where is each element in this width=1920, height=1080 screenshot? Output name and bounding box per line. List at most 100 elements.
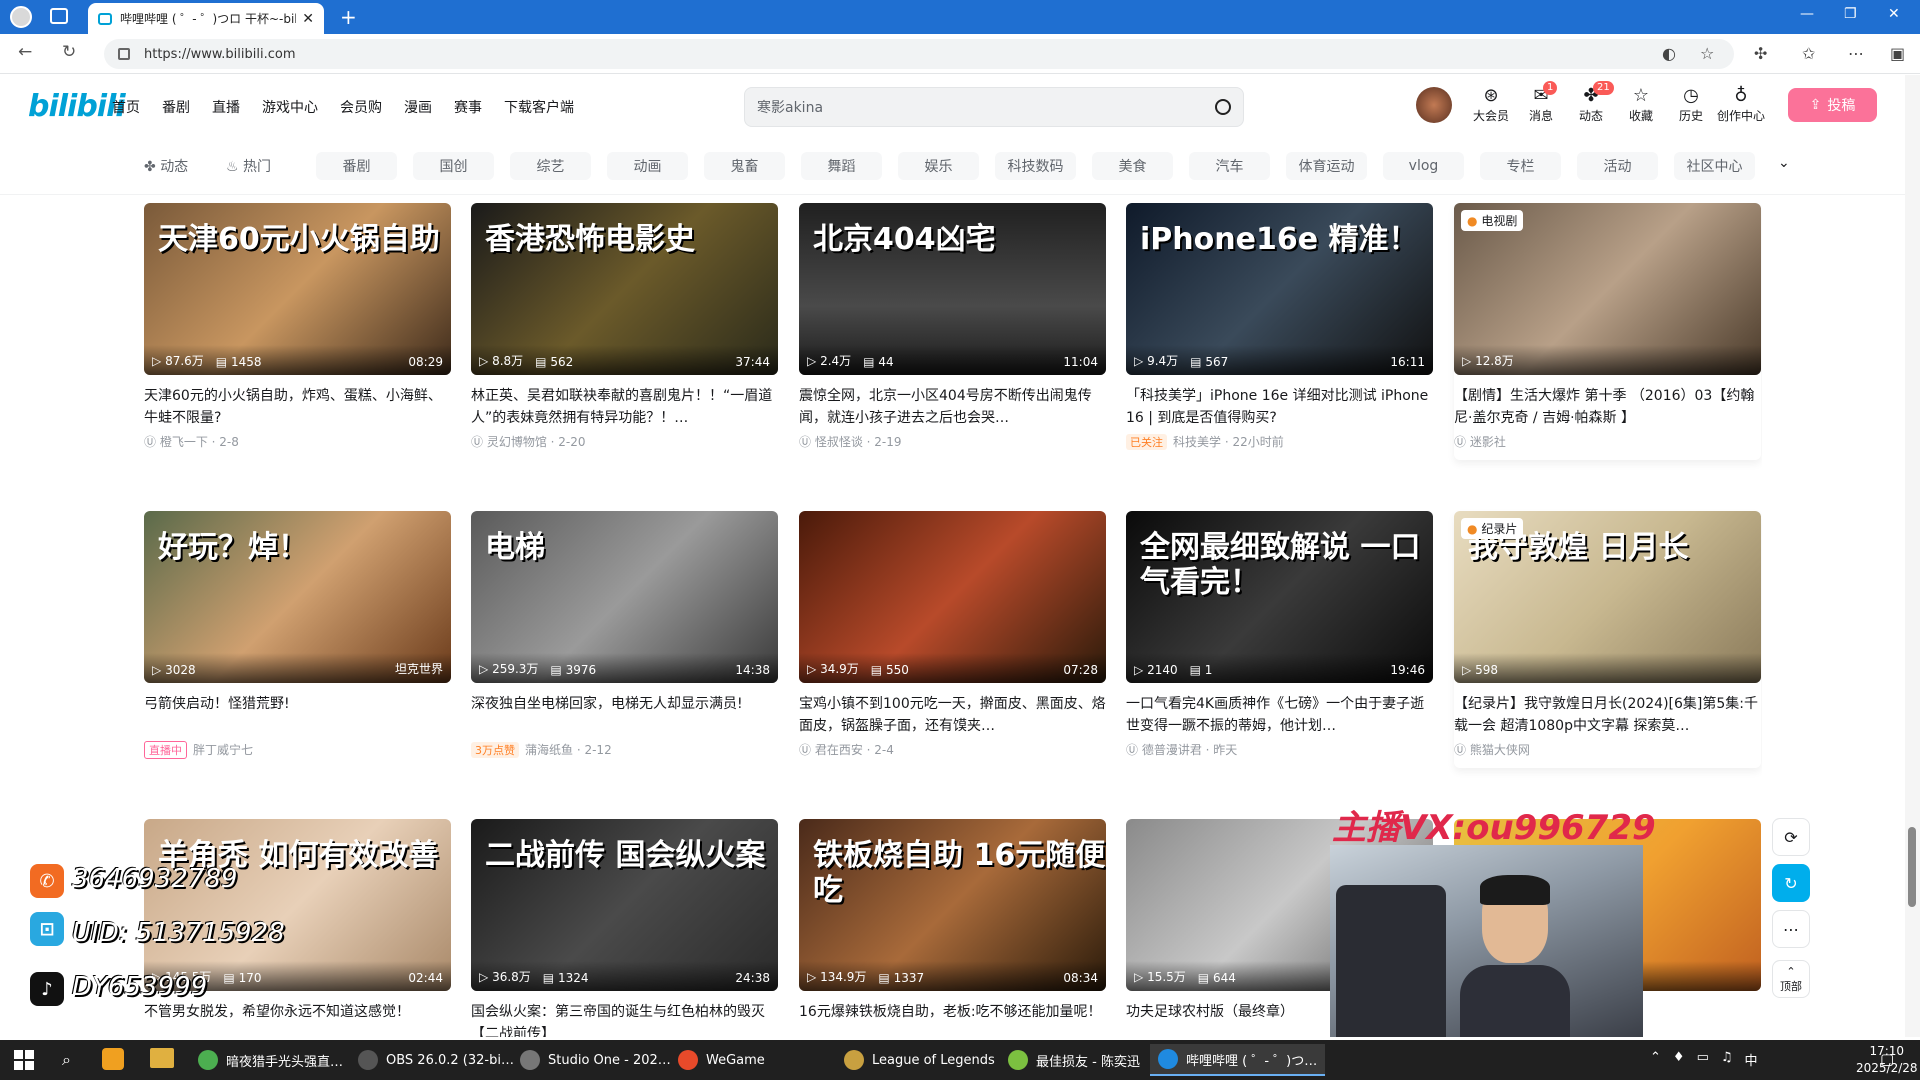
close-window-icon[interactable]: ✕ [1888, 6, 1900, 22]
video-card[interactable]: 二战前传 国会纵火案 ▷ 36.8万 ▤ 1324 24:38 国会纵火案：第三帝国的诞… [471, 819, 778, 1037]
taskbar-app[interactable]: Studio One - 202… [512, 1044, 679, 1076]
channel-chip[interactable]: 美食 [1092, 152, 1173, 180]
favorites-icon[interactable]: ✩ [1802, 44, 1815, 63]
taskbar-app[interactable]: OBS 26.0.2 (32-bi… [350, 1044, 522, 1076]
video-thumbnail[interactable]: 羊角秃 如何有效改善 ▷ 145.5万 ▤ 170 02:44 [144, 819, 451, 991]
nav-download[interactable]: 下载客户端 [504, 97, 574, 117]
change-batch-icon[interactable]: ⟳ [1772, 818, 1810, 856]
uploader-name[interactable]: 熊猫大侠网 [1470, 743, 1530, 757]
bulb-header-button[interactable]: ♁ 创作中心 [1716, 85, 1766, 124]
nav-home[interactable]: 首页 [112, 97, 140, 117]
network-icon[interactable]: ▭ [1697, 1050, 1709, 1069]
taskbar-app[interactable]: 哔哩哔哩 ( ゜- ゜)つ… [1150, 1044, 1326, 1076]
video-thumbnail[interactable]: 天津60元小火锅自助 ▷ 87.6万 ▤ 1458 08:29 [144, 203, 451, 375]
more-options-icon[interactable]: ⋯ [1772, 910, 1810, 948]
channel-chip[interactable]: 国创 [413, 152, 494, 180]
refresh-icon[interactable]: ↻ [62, 42, 76, 62]
uploader-name[interactable]: 君在西安 [815, 743, 863, 757]
video-card[interactable]: 全网最细致解说 一口气看完！ ▷ 2140 ▤ 1 19:46 一口气看完4K画质神作《… [1126, 511, 1433, 758]
uploader-name[interactable]: 德普漫讲君 [1142, 743, 1202, 757]
channel-chip[interactable]: 动画 [607, 152, 688, 180]
video-card[interactable]: ▷ 34.9万 ▤ 550 07:28 宝鸡小镇不到100元吃一天，擀面皮、黑面皮、烙… [799, 511, 1106, 758]
video-title[interactable]: 「科技美学」iPhone 16e 详细对比测试 iPhone 16 | 到底是否… [1126, 385, 1433, 429]
uploader-name[interactable]: 橙飞一下 [160, 435, 208, 449]
video-card[interactable]: ● 电视剧 ▷ 12.8万【剧情】生活大爆炸 第十季 （2016）03【约翰尼·盖… [1454, 203, 1761, 460]
browser-tab-bilibili[interactable]: 哔哩哔哩 ( ゜- ゜)つロ 干杯~-bilibili ✕ [88, 3, 324, 34]
video-card[interactable]: 我守敦煌 日月长 ● 纪录片 ▷ 598 【纪录片】我守敦煌日月长(2024)[6集]… [1454, 511, 1761, 768]
scrollbar-thumb[interactable] [1908, 827, 1916, 907]
video-thumbnail[interactable]: 好玩？焯！ ▷ 3028 坦克世界 [144, 511, 451, 683]
video-card[interactable]: 香港恐怖电影史 ▷ 8.8万 ▤ 562 37:44 林正英、吴君如联袂奉献的喜剧鬼片！… [471, 203, 778, 450]
video-title[interactable]: 国会纵火案：第三帝国的诞生与红色柏林的毁灭【二战前传】 [471, 1001, 778, 1037]
page-scrollbar[interactable] [1905, 75, 1920, 1037]
microphone-icon[interactable]: ♦ [1673, 1050, 1685, 1069]
notifications-icon[interactable]: ▢ [1880, 1050, 1894, 1068]
video-card[interactable]: 好玩？焯！ ▷ 3028 坦克世界 弓箭侠启动！怪猎荒野! 直播中 胖丁威宁七 [144, 511, 451, 759]
channel-dynamic[interactable]: ✤ 动态 [144, 156, 188, 176]
video-thumbnail[interactable]: ● 电视剧 ▷ 12.8万 [1454, 203, 1761, 375]
video-thumbnail[interactable]: iPhone16e 精准！ ▷ 9.4万 ▤ 567 16:11 [1126, 203, 1433, 375]
extensions-icon[interactable]: ✣ [1754, 44, 1767, 63]
history-header-button[interactable]: ◷ 历史 [1666, 85, 1716, 124]
search-taskbar-icon[interactable]: ⌕ [62, 1050, 71, 1070]
tab-actions-icon[interactable] [50, 8, 68, 24]
message-header-button[interactable]: ✉ 消息 1 [1516, 81, 1566, 124]
video-card[interactable]: 北京404凶宅 ▷ 2.4万 ▤ 44 11:04 震惊全网，北京一小区404号房不断传… [799, 203, 1106, 450]
ime-icon[interactable]: 中 [1745, 1050, 1758, 1069]
upload-button[interactable]: ⇪ 投稿 [1788, 88, 1877, 122]
channel-chip[interactable]: 活动 [1577, 152, 1658, 180]
video-title[interactable]: 【剧情】生活大爆炸 第十季 （2016）03【约翰尼·盖尔克奇 / 吉姆·帕森斯… [1454, 385, 1761, 429]
nav-game-center[interactable]: 游戏中心 [262, 97, 318, 117]
nav-mall[interactable]: 会员购 [340, 97, 382, 117]
taskbar-app[interactable]: League of Legends [836, 1044, 1003, 1076]
video-title[interactable]: 不管男女脱发，希望你永远不知道这感觉！ [144, 1001, 451, 1037]
uploader-name[interactable]: 科技美学 [1173, 435, 1221, 449]
video-card[interactable]: 天津60元小火锅自助 ▷ 87.6万 ▤ 1458 08:29 天津60元的小火锅自助，… [144, 203, 451, 450]
channel-chip[interactable]: 鬼畜 [704, 152, 785, 180]
channel-chip[interactable]: 汽车 [1189, 152, 1270, 180]
search-input[interactable]: 寒影akina [757, 97, 1215, 117]
nav-live[interactable]: 直播 [212, 97, 240, 117]
uploader-name[interactable]: 胖丁威宁七 [193, 743, 253, 757]
video-thumbnail[interactable]: ▷ 34.9万 ▤ 550 07:28 [799, 511, 1106, 683]
url-input[interactable]: https://www.bilibili.com [104, 39, 1734, 69]
video-thumbnail[interactable]: 电梯 ▷ 259.3万 ▤ 3976 14:38 [471, 511, 778, 683]
tray-chevron-icon[interactable]: ⌃ [1650, 1050, 1661, 1069]
translate-icon[interactable]: ◐ [1662, 44, 1676, 63]
channel-chip[interactable]: 舞蹈 [801, 152, 882, 180]
video-card[interactable]: 电梯 ▷ 259.3万 ▤ 3976 14:38 深夜独自坐电梯回家，电梯无人却显示满员… [471, 511, 778, 758]
uploader-name[interactable]: 怪叔怪谈 [815, 435, 863, 449]
video-thumbnail[interactable]: 全网最细致解说 一口气看完！ ▷ 2140 ▤ 1 19:46 [1126, 511, 1433, 683]
channel-chip[interactable]: vlog [1383, 152, 1464, 180]
channel-chip[interactable]: 体育运动 [1286, 152, 1367, 180]
refresh-feed-icon[interactable]: ↻ [1772, 864, 1810, 902]
video-card[interactable]: iPhone16e 精准！ ▷ 9.4万 ▤ 567 16:11 「科技美学」iPhon… [1126, 203, 1433, 450]
video-thumbnail[interactable]: 铁板烧自助 16元随便吃 ▷ 134.9万 ▤ 1337 08:34 [799, 819, 1106, 991]
volume-icon[interactable]: ♫ [1721, 1050, 1733, 1069]
dynamic-header-button[interactable]: ✤ 动态 21 [1566, 81, 1616, 124]
video-title[interactable]: 一口气看完4K画质神作《七磅》一个由于妻子逝世变得一蹶不振的蒂姆，他计划… [1126, 693, 1433, 737]
profile-avatar-icon[interactable] [10, 6, 32, 28]
video-title[interactable]: 16元爆辣铁板烧自助，老板:吃不够还能加量呢！ [799, 1001, 1106, 1037]
close-tab-icon[interactable]: ✕ [302, 11, 314, 27]
star-header-button[interactable]: ☆ 收藏 [1616, 85, 1666, 124]
nav-manga[interactable]: 漫画 [404, 97, 432, 117]
chevron-down-icon[interactable]: ⌄ [1778, 155, 1790, 171]
video-title[interactable]: 弓箭侠启动！怪猎荒野! [144, 693, 451, 737]
channel-chip[interactable]: 番剧 [316, 152, 397, 180]
channel-chip[interactable]: 综艺 [510, 152, 591, 180]
uploader-name[interactable]: 迷影社 [1470, 435, 1506, 449]
channel-chip[interactable]: 科技数码 [995, 152, 1076, 180]
channel-hot[interactable]: ♨ 热门 [226, 156, 271, 176]
video-thumbnail[interactable]: 香港恐怖电影史 ▷ 8.8万 ▤ 562 37:44 [471, 203, 778, 375]
nav-esports[interactable]: 赛事 [454, 97, 482, 117]
nav-anime[interactable]: 番剧 [162, 97, 190, 117]
video-thumbnail[interactable]: 二战前传 国会纵火案 ▷ 36.8万 ▤ 1324 24:38 [471, 819, 778, 991]
file-explorer-icon[interactable] [150, 1048, 174, 1068]
video-title[interactable]: 天津60元的小火锅自助，炸鸡、蛋糕、小海鲜、牛蛙不限量? [144, 385, 451, 429]
sidebar-icon[interactable]: ▣ [1890, 44, 1905, 63]
channel-chip[interactable]: 社区中心 [1674, 152, 1755, 180]
back-to-top-button[interactable]: ⌃ 顶部 [1772, 960, 1810, 998]
search-icon[interactable] [1215, 99, 1231, 115]
new-tab-icon[interactable]: + [340, 5, 357, 29]
